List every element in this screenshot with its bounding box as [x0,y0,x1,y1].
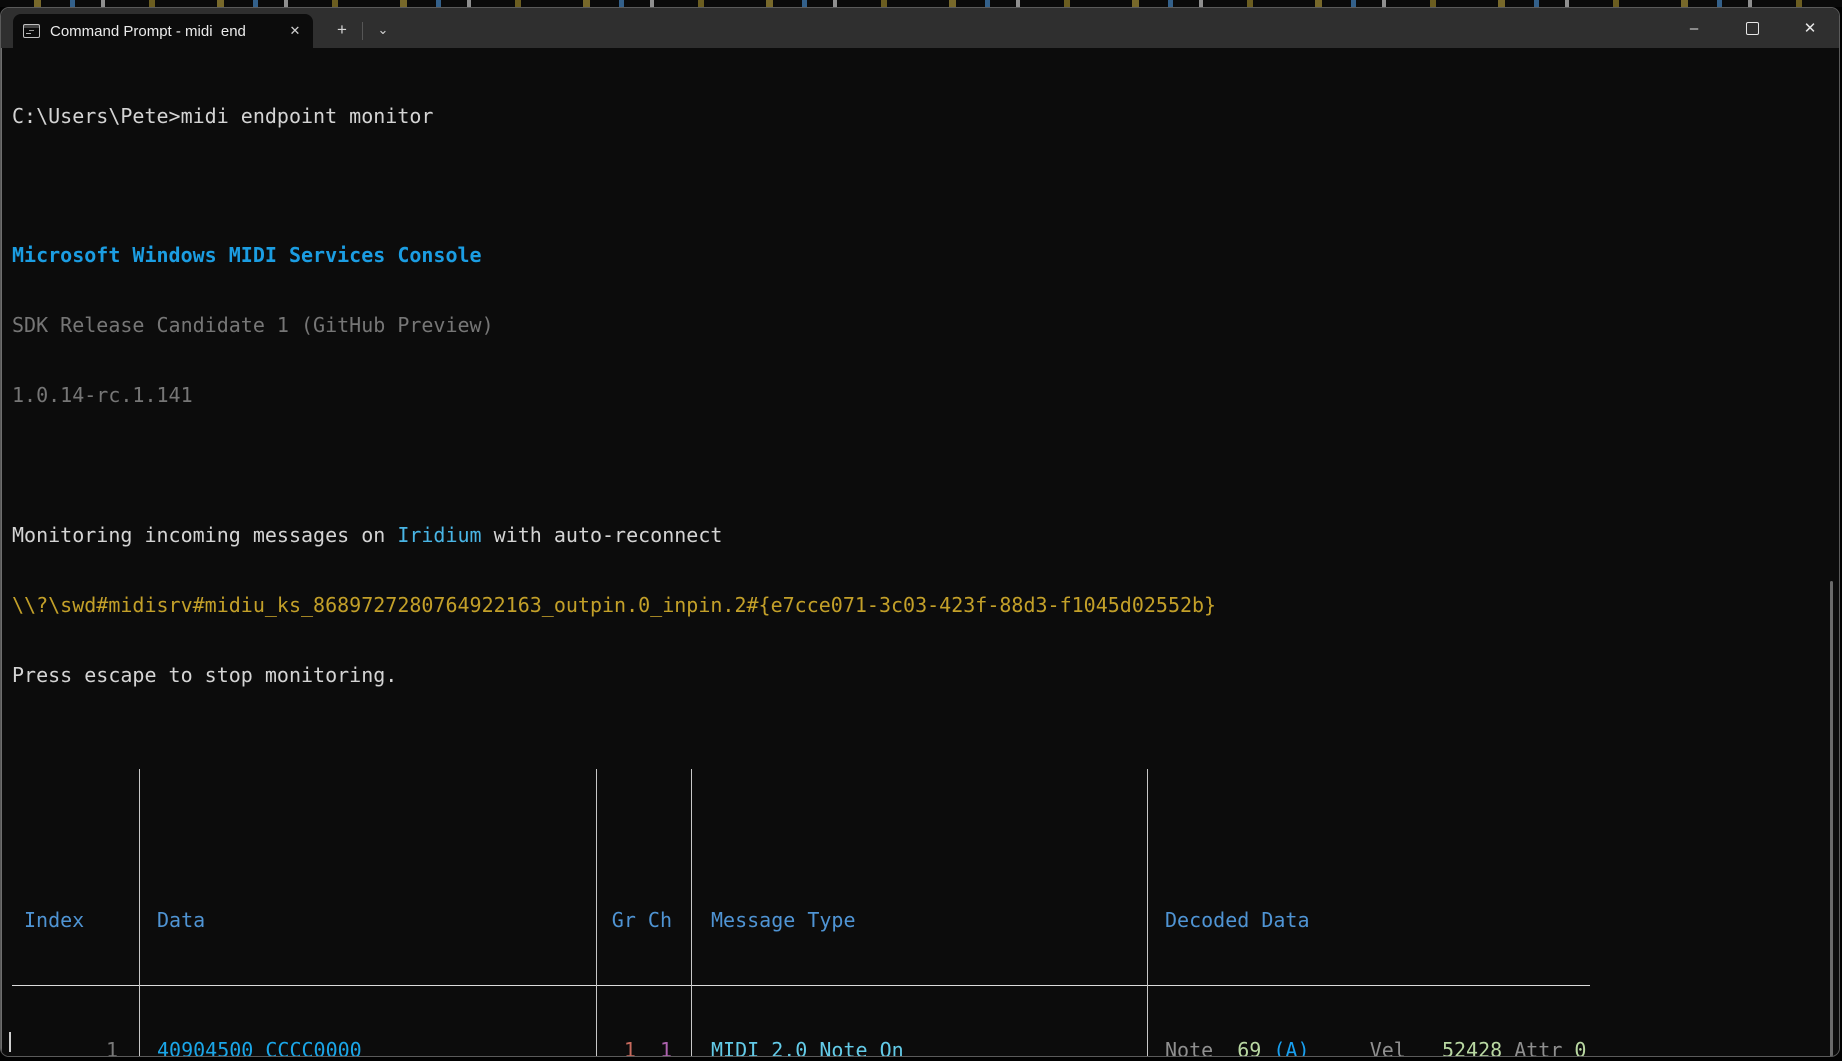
scrollbar-thumb[interactable] [1830,581,1833,1057]
cell-data: 40904500 CCCC0000 [140,1039,597,1057]
app-version: 1.0.14-rc.1.141 [12,384,1839,407]
new-tab-button[interactable]: + [325,14,359,48]
header-rule [12,985,1590,986]
monitoring-status-line: Monitoring incoming messages on Iridium … [12,524,1839,547]
header-index: Index [12,909,140,932]
column-separator [691,769,692,1057]
maximize-icon [1746,22,1759,35]
tab-dropdown-button[interactable]: ⌄ [366,14,400,48]
cell-group-channel: 1 1 [597,1039,692,1057]
column-separator [139,769,140,1057]
minimize-button[interactable]: – [1665,8,1723,48]
endpoint-name: Iridium [397,523,481,547]
cell-index: 1 [12,1039,140,1057]
close-button[interactable]: ✕ [1781,8,1839,48]
table-header-row: Index Data Gr Ch Message Type Decoded Da… [12,909,1590,932]
column-separator [596,769,597,1057]
background-screen-sliver [0,0,1842,7]
maximize-button[interactable] [1723,8,1781,48]
table-body: 140904500 CCCC0000 1 1MIDI 2.0 Note OnNo… [12,1039,1590,1057]
header-group-channel: Gr Ch [597,909,692,932]
header-decoded-data: Decoded Data [1148,909,1590,932]
app-title: Microsoft Windows MIDI Services Console [12,244,1839,267]
command-prompt-icon [23,24,40,38]
terminal-viewport[interactable]: C:\Users\Pete>midi endpoint monitor Micr… [1,48,1839,1056]
table-row: 140904500 CCCC0000 1 1MIDI 2.0 Note OnNo… [12,1039,1590,1057]
midi-message-table: Index Data Gr Ch Message Type Decoded Da… [12,769,1590,1057]
app-subtitle: SDK Release Candidate 1 (GitHub Preview) [12,314,1839,337]
text-cursor [9,1032,11,1052]
escape-hint: Press escape to stop monitoring. [12,664,1839,687]
cell-message-type: MIDI 2.0 Note On [692,1039,1148,1057]
terminal-output: C:\Users\Pete>midi endpoint monitor Micr… [2,48,1839,1057]
titlebar[interactable]: Command Prompt - midi end ✕ + ⌄ – ✕ [1,8,1839,48]
tab-title: Command Prompt - midi end [50,23,285,40]
close-icon: ✕ [1804,19,1817,37]
header-data: Data [140,909,597,932]
tab-close-icon[interactable]: ✕ [285,21,305,41]
terminal-window: Command Prompt - midi end ✕ + ⌄ – ✕ C:\U… [0,7,1840,1057]
header-message-type: Message Type [692,909,1148,932]
endpoint-path: \\?\swd#midisrv#midiu_ks_868972728076492… [12,594,1839,617]
minimize-icon: – [1690,20,1698,37]
cell-decoded-data: Note 69 (A) Vel 52428 Attr 0 [1148,1039,1590,1057]
tab-command-prompt[interactable]: Command Prompt - midi end ✕ [13,14,313,48]
tab-bar-divider [362,22,363,40]
column-separator [1147,769,1148,1057]
prompt-line: C:\Users\Pete>midi endpoint monitor [12,105,1839,128]
